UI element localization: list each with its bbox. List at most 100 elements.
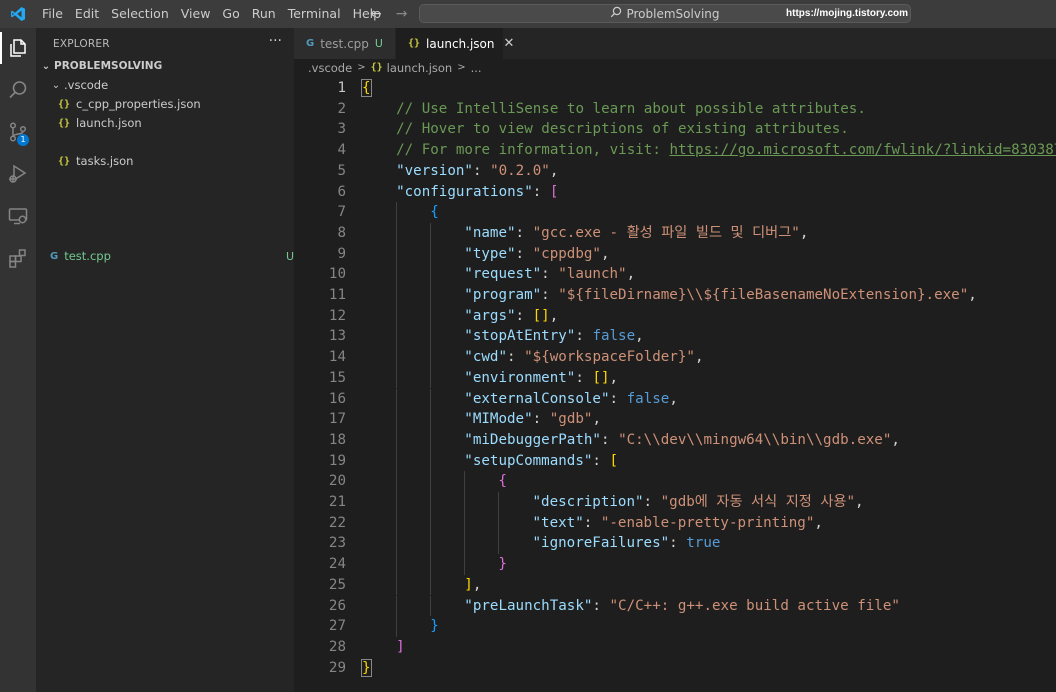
- indent-guide: [430, 450, 432, 472]
- tree-file-test-cpp[interactable]: G test.cpp U: [36, 247, 308, 266]
- code-token: :: [592, 597, 610, 614]
- code-line[interactable]: 24}: [294, 554, 1056, 575]
- code-token: :: [532, 183, 550, 200]
- code-line[interactable]: 3 // Hover to view descriptions of existi…: [294, 119, 1056, 140]
- code-line[interactable]: 1{: [294, 78, 1056, 99]
- code-token: "cppdbg": [532, 245, 601, 262]
- breadcrumb-file[interactable]: launch.json: [387, 59, 453, 77]
- code-token: [: [609, 452, 619, 469]
- code-token[interactable]: https://go.microsoft.com/fwlink/?linkid=…: [669, 142, 1056, 158]
- menu-go[interactable]: Go: [216, 0, 245, 28]
- code-line[interactable]: 26 "preLaunchTask": "C/C++: g++.exe build…: [294, 595, 1056, 617]
- forward-arrow-icon[interactable]: →: [396, 6, 408, 22]
- code-line[interactable]: 14 "cwd": "${workspaceFolder}",: [294, 347, 1056, 368]
- breadcrumb-folder[interactable]: .vscode: [308, 59, 352, 77]
- remote-explorer-icon[interactable]: [0, 196, 36, 236]
- line-number: 11: [328, 287, 346, 303]
- extensions-icon[interactable]: [0, 238, 36, 278]
- code-line[interactable]: 28]: [294, 637, 1056, 658]
- vscode-logo-icon[interactable]: [0, 0, 36, 28]
- line-code: "type": "cppdbg",: [464, 244, 609, 265]
- close-icon[interactable]: ✕: [504, 36, 515, 51]
- tree-file-c-cpp-properties[interactable]: {} c_cpp_properties.json: [36, 95, 316, 114]
- more-actions-icon[interactable]: ···: [269, 33, 282, 49]
- code-line[interactable]: 17 "MIMode": "gdb",: [294, 409, 1056, 430]
- line-number: 26: [328, 597, 346, 614]
- tree-folder-vscode[interactable]: ⌄ .vscode: [36, 76, 308, 95]
- code-token: ,: [472, 576, 482, 593]
- code-line[interactable]: 8 "name": "gcc.exe - 활성 파일 빌드 및 디버그",: [294, 222, 1056, 244]
- code-line[interactable]: 2 // Use IntelliSense to learn about poss…: [294, 99, 1056, 120]
- code-token: :: [609, 390, 627, 407]
- navigation-arrows: ← →: [370, 0, 407, 28]
- code-token: "C:\\dev\\mingw64\\bin\\gdb.exe": [618, 431, 892, 448]
- code-line[interactable]: 21 "description": "gdb에 자동 서식 지정 사용",: [294, 492, 1056, 513]
- code-line[interactable]: 27}: [294, 616, 1056, 637]
- code-line[interactable]: 15 "environment": [],: [294, 367, 1056, 389]
- code-token: "setupCommands": [464, 452, 593, 469]
- code-token: "name": [464, 224, 516, 241]
- code-line[interactable]: 7{: [294, 202, 1056, 223]
- code-line[interactable]: 11 "program": "${fileDirname}\\${fileBase…: [294, 285, 1056, 306]
- menu-edit[interactable]: Edit: [69, 0, 105, 28]
- code-token: "0.2.0": [490, 162, 550, 179]
- code-editor[interactable]: 1{2// Use IntelliSense to learn about po…: [294, 77, 1056, 692]
- file-label: tasks.json: [76, 154, 134, 168]
- code-line[interactable]: 20 {: [294, 471, 1056, 492]
- code-line[interactable]: 22 "text": "-enable-pretty-printing",: [294, 512, 1056, 534]
- line-code: "externalConsole": false,: [464, 389, 678, 410]
- code-line[interactable]: 13 "stopAtEntry": false,: [294, 326, 1056, 348]
- code-token: "gcc.exe - 활성 파일 빌드 및 디버그": [532, 224, 800, 241]
- menu-run[interactable]: Run: [246, 0, 282, 28]
- tree-root-folder[interactable]: ⌄ PROBLEMSOLVING: [36, 57, 298, 76]
- run-debug-icon[interactable]: [0, 154, 36, 194]
- code-line[interactable]: 4 // For more information, visit: https:/…: [294, 140, 1056, 161]
- menu-file[interactable]: File: [36, 0, 69, 28]
- search-icon: [610, 6, 622, 21]
- root-folder-label: PROBLEMSOLVING: [54, 60, 163, 72]
- tree-file-launch[interactable]: {} launch.json: [36, 114, 316, 133]
- json-file-icon: {}: [58, 99, 71, 110]
- code-line[interactable]: 12 "args": [],: [294, 305, 1056, 327]
- code-token: {: [361, 79, 372, 97]
- menu-view[interactable]: View: [175, 0, 217, 28]
- search-icon[interactable]: [0, 70, 36, 110]
- code-line[interactable]: 9 "type": "cppdbg",: [294, 243, 1056, 265]
- line-number: 24: [328, 556, 346, 573]
- tab-test-cpp[interactable]: G test.cpp U: [294, 28, 396, 59]
- line-code: ]: [396, 637, 405, 658]
- breadcrumb-tail[interactable]: ...: [471, 59, 482, 77]
- line-number: 25: [328, 576, 346, 593]
- code-line[interactable]: 10 "request": "launch",: [294, 264, 1056, 285]
- source-control-icon[interactable]: 1: [0, 112, 36, 152]
- indent-guide: [396, 429, 398, 451]
- code-line[interactable]: 5 "version": "0.2.0",: [294, 161, 1056, 182]
- explorer-icon[interactable]: [0, 28, 36, 68]
- code-line[interactable]: 19 "setupCommands": [: [294, 450, 1056, 472]
- code-token: "args": [464, 307, 516, 324]
- code-token: :: [541, 287, 559, 303]
- indent-guide: [396, 554, 398, 575]
- code-line[interactable]: 16 "externalConsole": false,: [294, 388, 1056, 410]
- line-number: 22: [328, 514, 346, 531]
- tree-file-tasks[interactable]: {} tasks.json: [36, 152, 316, 171]
- code-line[interactable]: 29}: [294, 658, 1056, 679]
- line-code: {: [498, 471, 507, 492]
- code-line[interactable]: 23 "ignoreFailures": true: [294, 533, 1056, 555]
- menu-terminal[interactable]: Terminal: [282, 0, 347, 28]
- code-token: // Hover to view descriptions of existin…: [396, 121, 849, 138]
- back-arrow-icon[interactable]: ←: [370, 6, 382, 22]
- tab-launch-json[interactable]: {} launch.json ✕: [396, 28, 514, 59]
- code-token: :: [583, 514, 601, 531]
- indent-guide: [498, 492, 500, 513]
- code-token: ]: [396, 638, 405, 655]
- line-code: }: [498, 554, 507, 575]
- code-line[interactable]: 6 "configurations": [: [294, 182, 1056, 203]
- code-line[interactable]: 18 "miDebuggerPath": "C:\\dev\\mingw64\\b…: [294, 429, 1056, 451]
- chevron-right-icon: >: [357, 62, 366, 73]
- menu-selection[interactable]: Selection: [105, 0, 175, 28]
- code-line[interactable]: 25],: [294, 574, 1056, 596]
- indent-guide: [430, 471, 432, 492]
- git-untracked-badge: U: [374, 37, 383, 50]
- line-number: 29: [328, 659, 346, 676]
